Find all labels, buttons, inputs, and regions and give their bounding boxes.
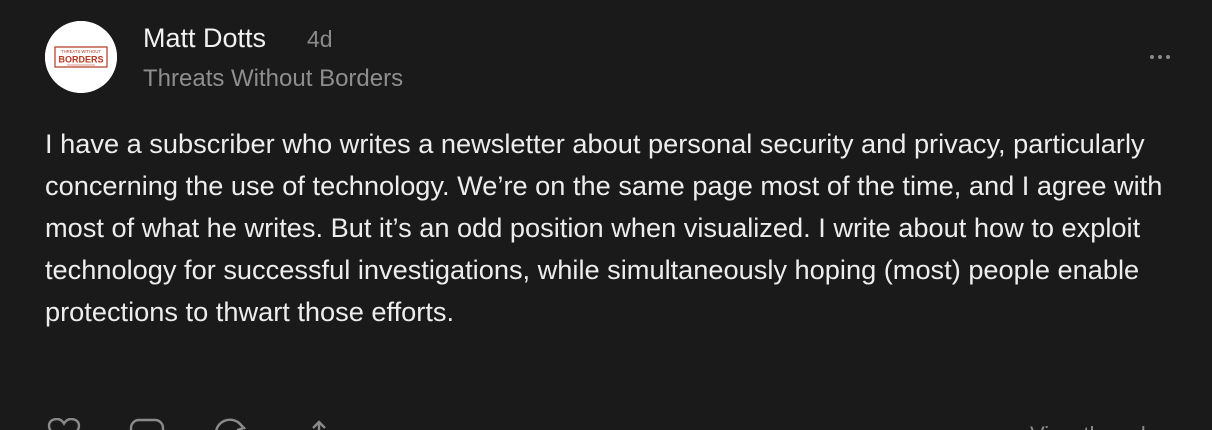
- more-options-button[interactable]: [1142, 47, 1178, 67]
- logo-text-main: BORDERS: [58, 55, 103, 65]
- post-body: I have a subscriber who writes a newslet…: [45, 128, 1163, 327]
- restack-icon: [215, 418, 247, 430]
- publication-avatar[interactable]: THREATS WITHOUT BORDERS: [45, 21, 117, 93]
- view-thread-link[interactable]: View thread: [1030, 422, 1146, 430]
- more-dot: [1166, 55, 1170, 59]
- heart-icon: [47, 418, 81, 430]
- restack-button[interactable]: [213, 418, 249, 430]
- share-icon: [312, 420, 326, 430]
- like-button[interactable]: [47, 418, 81, 430]
- post-age: 4d: [307, 26, 333, 52]
- more-dot: [1158, 55, 1162, 59]
- comment-icon: [129, 418, 165, 430]
- author-name[interactable]: Matt Dotts: [143, 22, 266, 54]
- comment-button[interactable]: [129, 418, 165, 430]
- logo-text-top: THREATS WITHOUT: [61, 49, 101, 54]
- share-button[interactable]: [306, 418, 332, 430]
- action-bar: View thread: [0, 400, 1212, 430]
- publication-name[interactable]: Threats Without Borders: [143, 64, 403, 94]
- more-dot: [1150, 55, 1154, 59]
- threats-without-borders-logo: THREATS WITHOUT BORDERS: [45, 21, 117, 93]
